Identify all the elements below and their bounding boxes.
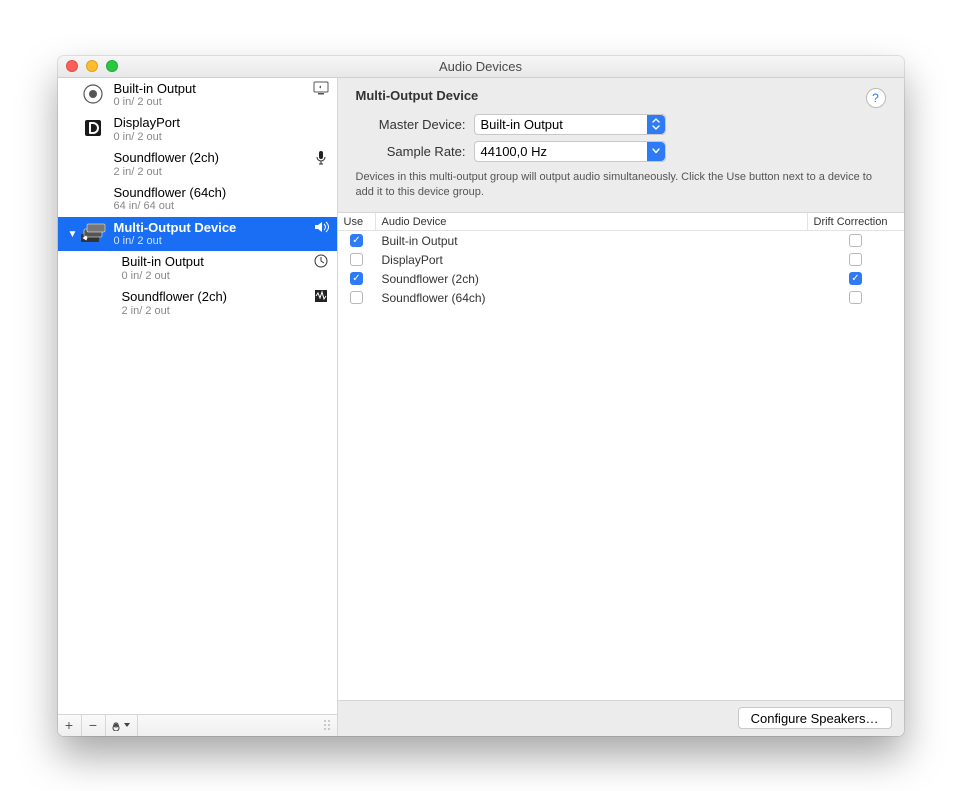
sidebar-item[interactable]: ▼DisplayPort0 in/ 2 out: [58, 112, 337, 147]
sidebar-item[interactable]: ▼Built-in Output0 in/ 2 out: [58, 251, 337, 286]
waveform-icon: [311, 289, 331, 303]
window-title: Audio Devices: [58, 59, 904, 74]
device-icon: [80, 115, 106, 141]
device-subtitle: 0 in/ 2 out: [114, 235, 311, 248]
clock-icon: [311, 254, 331, 268]
device-table: Use Audio Device Drift Correction ✓ Built…: [338, 213, 904, 699]
device-subtitle: 64 in/ 64 out: [114, 200, 311, 213]
device-name: Built-in Output: [122, 254, 311, 270]
use-checkbox[interactable]: [350, 253, 363, 266]
sidebar-item[interactable]: ▼Soundflower (64ch)64 in/ 64 out: [58, 182, 337, 217]
device-name: Soundflower (2ch): [114, 150, 311, 166]
device-name: Soundflower (2ch): [122, 289, 311, 305]
drift-checkbox[interactable]: [849, 291, 862, 304]
device-name: DisplayPort: [114, 115, 311, 131]
device-icon: [80, 81, 106, 107]
col-use[interactable]: Use: [338, 213, 376, 230]
chevron-down-icon: [647, 142, 665, 161]
master-device-label: Master Device:: [356, 117, 466, 132]
master-device-select[interactable]: Built-in Output: [474, 114, 666, 135]
device-icon: [80, 220, 106, 246]
sidebar-item[interactable]: ▼Soundflower (2ch)2 in/ 2 out: [58, 286, 337, 321]
drift-checkbox[interactable]: ✓: [849, 272, 862, 285]
device-name: Multi-Output Device: [114, 220, 311, 236]
table-row: Soundflower (64ch): [338, 288, 904, 307]
use-checkbox[interactable]: ✓: [350, 234, 363, 247]
volume-icon: [311, 220, 331, 234]
device-name: Soundflower (64ch): [114, 185, 311, 201]
drift-checkbox[interactable]: [849, 253, 862, 266]
use-checkbox[interactable]: [350, 291, 363, 304]
disclosure-triangle-icon[interactable]: ▼: [68, 229, 78, 240]
sidebar-item[interactable]: ▼Built-in Output0 in/ 2 out: [58, 78, 337, 113]
help-button[interactable]: ?: [866, 88, 886, 108]
hint-text: Devices in this multi-output group will …: [356, 170, 886, 201]
device-subtitle: 0 in/ 2 out: [122, 270, 311, 283]
device-icon: [80, 150, 106, 176]
row-device-name: Built-in Output: [376, 234, 808, 248]
device-icon: [80, 185, 106, 211]
device-subtitle: 2 in/ 2 out: [114, 166, 311, 179]
page-title: Multi-Output Device: [356, 88, 479, 103]
device-name: Built-in Output: [114, 81, 311, 97]
table-row: ✓ Built-in Output: [338, 231, 904, 250]
use-checkbox[interactable]: ✓: [350, 272, 363, 285]
sidebar-footer: + −: [58, 714, 337, 736]
resize-grip-icon: [317, 720, 337, 730]
default-output-icon: [311, 81, 331, 95]
microphone-icon: [311, 150, 331, 166]
col-audio-device[interactable]: Audio Device: [376, 213, 808, 230]
titlebar: Audio Devices: [58, 56, 904, 78]
table-row: ✓ Soundflower (2ch) ✓: [338, 269, 904, 288]
sample-rate-select[interactable]: 44100,0 Hz: [474, 141, 666, 162]
row-device-name: Soundflower (2ch): [376, 272, 808, 286]
row-device-name: Soundflower (64ch): [376, 291, 808, 305]
configure-speakers-button[interactable]: Configure Speakers…: [738, 707, 892, 729]
row-device-name: DisplayPort: [376, 253, 808, 267]
device-list: ▼Built-in Output0 in/ 2 out▼DisplayPort0…: [58, 78, 337, 714]
col-drift-correction[interactable]: Drift Correction: [808, 213, 904, 230]
table-row: DisplayPort: [338, 250, 904, 269]
device-subtitle: 2 in/ 2 out: [122, 305, 311, 318]
sidebar-item[interactable]: ▼ Multi-Output Device0 in/ 2 out: [58, 217, 337, 252]
updown-icon: [647, 115, 665, 134]
main-pane: Multi-Output Device ? Master Device: Bui…: [338, 78, 904, 736]
device-subtitle: 0 in/ 2 out: [114, 96, 311, 109]
add-device-button[interactable]: +: [58, 715, 82, 736]
sidebar: ▼Built-in Output0 in/ 2 out▼DisplayPort0…: [58, 78, 338, 736]
device-subtitle: 0 in/ 2 out: [114, 131, 311, 144]
sample-rate-label: Sample Rate:: [356, 144, 466, 159]
settings-header: Multi-Output Device ? Master Device: Bui…: [338, 78, 904, 214]
remove-device-button[interactable]: −: [82, 715, 106, 736]
window: Audio Devices ▼Built-in Output0 in/ 2 ou…: [58, 56, 904, 736]
drift-checkbox[interactable]: [849, 234, 862, 247]
sidebar-item[interactable]: ▼Soundflower (2ch)2 in/ 2 out: [58, 147, 337, 182]
action-menu-button[interactable]: [106, 715, 138, 736]
